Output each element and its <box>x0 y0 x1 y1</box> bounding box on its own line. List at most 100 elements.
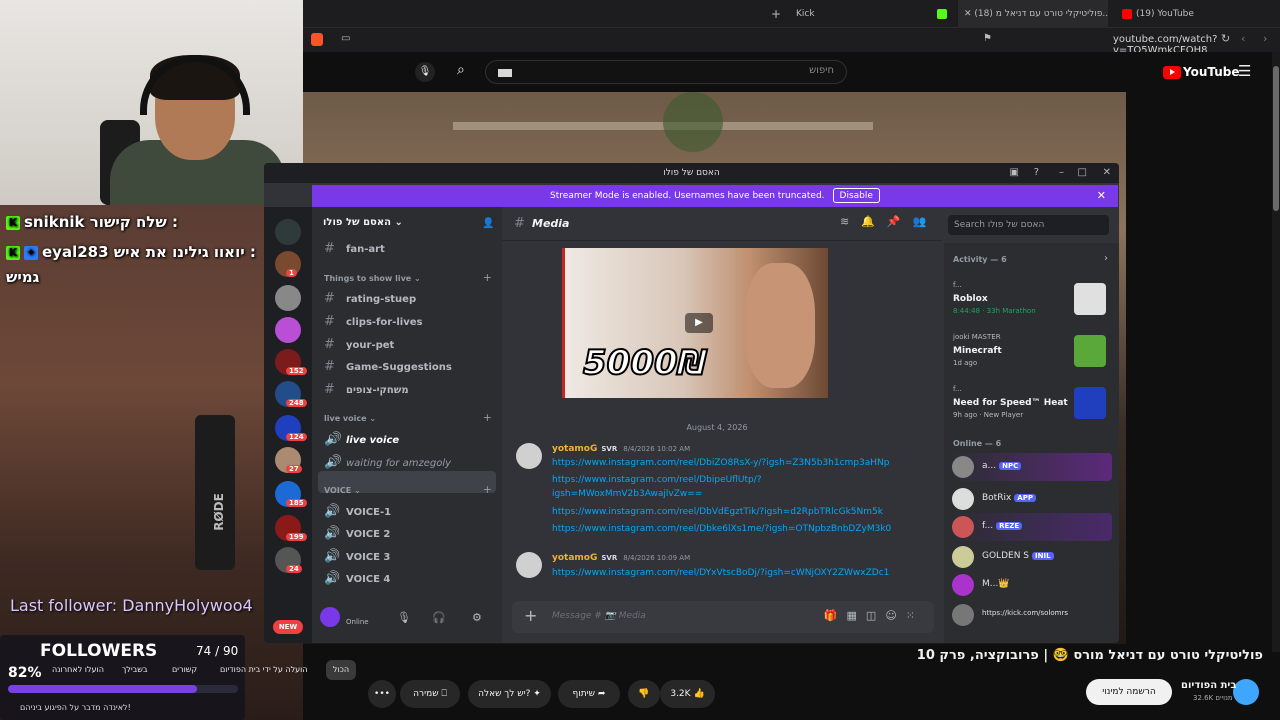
server-name-button[interactable]: האסם של פולו ⌄ <box>323 217 403 228</box>
discord-search-input[interactable]: Search האסם של פולו <box>948 215 1109 235</box>
member-row[interactable]: f... REZE <box>948 513 1112 541</box>
voice-channel-3[interactable]: 🔊 VOICE 3 <box>324 549 390 564</box>
search-input[interactable]: חיפוש <box>485 60 847 84</box>
maximize-icon[interactable]: □ <box>1078 163 1087 183</box>
page-scrollbar[interactable] <box>1272 52 1280 652</box>
members-icon[interactable]: 👥 <box>913 215 939 228</box>
share-button[interactable]: שיתוף ➦ <box>558 680 620 708</box>
pin-icon[interactable]: 📌 <box>887 215 913 228</box>
channel-avatar[interactable] <box>1233 679 1259 705</box>
ask-button[interactable]: יש לך שאלה? ✦ <box>468 680 551 708</box>
activity-title[interactable]: Need for Speed™ Heat <box>953 398 1068 408</box>
server-icon[interactable] <box>275 317 301 343</box>
play-icon[interactable]: ▶ <box>685 313 713 333</box>
forward-icon[interactable]: › <box>1263 32 1267 45</box>
back-icon[interactable]: ‹ <box>1241 32 1245 45</box>
tab-kick[interactable]: Kick <box>796 0 815 28</box>
activity-title[interactable]: Minecraft <box>953 346 1002 356</box>
chevron-right-icon[interactable]: › <box>1104 253 1108 264</box>
channel-game-suggestions[interactable]: # Game-Suggestions <box>324 359 452 374</box>
category-live-voice[interactable]: live voice ⌄ <box>324 414 376 423</box>
message-link[interactable]: igsh=MWoxMmV2b3AwajlvZw== <box>552 489 702 499</box>
reader-icon[interactable]: ▭ <box>341 33 350 44</box>
avatar[interactable] <box>516 443 542 469</box>
inbox-icon[interactable]: ▣ <box>1010 163 1019 183</box>
disable-button[interactable]: Disable <box>832 188 880 203</box>
activity-title[interactable]: Roblox <box>953 294 988 304</box>
server-icon[interactable] <box>275 285 301 311</box>
dislike-button[interactable]: 👎 <box>628 680 660 708</box>
threads-icon[interactable]: ≋ <box>840 215 861 228</box>
add-channel-icon[interactable]: + <box>483 411 492 424</box>
add-friend-icon[interactable]: 👤 <box>482 218 494 229</box>
close-icon[interactable]: ✕ <box>1103 163 1111 183</box>
message-link[interactable]: https://www.instagram.com/reel/DbipeUflU… <box>552 475 762 485</box>
mic-icon[interactable]: 🎙 <box>415 62 435 82</box>
channel-fan-art[interactable]: # fan-art <box>324 241 385 256</box>
search-icon[interactable]: ⌕ <box>457 62 465 78</box>
settings-gear-icon[interactable]: ⚙ <box>472 611 482 624</box>
member-row[interactable]: BotRix APP <box>948 485 1112 513</box>
reload-icon[interactable]: ↻ <box>1221 32 1230 45</box>
youtube-logo[interactable]: YouTube <box>1163 65 1240 79</box>
subscribe-button[interactable]: הרשמה למינוי <box>1086 679 1172 705</box>
close-banner-icon[interactable]: ✕ <box>1097 185 1106 207</box>
avatar[interactable] <box>516 552 542 578</box>
help-icon[interactable]: ? <box>1034 163 1039 183</box>
chip-for-you[interactable]: בשבילך <box>122 665 148 674</box>
member-row[interactable]: M...👑 <box>948 571 1112 599</box>
message-author[interactable]: yotamoG SVR 8/4/2026 10:09 AM <box>552 553 690 563</box>
category-things-live[interactable]: Things to show live ⌄ <box>324 274 421 283</box>
new-tab-icon[interactable]: + <box>771 0 781 28</box>
channel-clips-for-lives[interactable]: # clips-for-lives <box>324 314 422 329</box>
channel-name[interactable]: בית הפודיום <box>1181 680 1236 691</box>
channel-viewer-games[interactable]: # משחקי-צופים <box>324 382 409 397</box>
voice-channel-live[interactable]: 🔊 live voice <box>324 432 399 447</box>
member-row[interactable]: https://kick.com/solomrs <box>948 601 1112 629</box>
minimize-icon[interactable]: – <box>1059 163 1064 183</box>
message-link[interactable]: https://www.instagram.com/reel/DYxVtscBo… <box>552 568 889 578</box>
deafen-icon[interactable]: 🎧 <box>432 611 446 624</box>
voice-channel-1[interactable]: 🔊 VOICE-1 <box>324 504 391 519</box>
sticker-icon[interactable]: ◫ <box>866 609 885 622</box>
message-author[interactable]: yotamoG SVR 8/4/2026 10:02 AM <box>552 444 690 454</box>
member-row[interactable]: a... NPC <box>948 453 1112 481</box>
gif-icon[interactable]: ▦ <box>847 609 866 622</box>
voice-channel-2[interactable]: 🔊 VOICE 2 <box>324 526 390 541</box>
message-compose[interactable]: + Message # 📷 Media 🎁▦◫☺⁙ <box>512 601 934 633</box>
voice-channel-waiting[interactable]: 🔊 waiting for amzegoly <box>324 455 451 470</box>
channel-your-pet[interactable]: # your-pet <box>324 337 394 352</box>
save-button[interactable]: שמירה ⎕ <box>400 680 460 708</box>
close-tab-icon[interactable]: ✕ <box>964 9 974 19</box>
hash-icon: # <box>324 337 335 352</box>
chip-recent[interactable]: הועלו לאחרונה <box>52 665 104 674</box>
user-avatar[interactable] <box>320 607 340 627</box>
message-link[interactable]: https://www.instagram.com/reel/Dbke6lXs1… <box>552 524 891 534</box>
attach-plus-icon[interactable]: + <box>524 606 537 625</box>
apps-icon[interactable]: ⁙ <box>906 609 924 622</box>
message-link[interactable]: https://www.instagram.com/reel/DbVdEgztT… <box>552 507 883 517</box>
brave-logo-icon[interactable] <box>311 33 323 46</box>
emoji-icon[interactable]: ☺ <box>885 609 905 622</box>
menu-icon[interactable]: ☰ <box>1238 62 1251 80</box>
more-button[interactable]: ••• <box>368 680 396 708</box>
category-voice[interactable]: VOICE ⌄ <box>324 486 361 495</box>
like-button[interactable]: 3.2K 👍 <box>660 680 715 708</box>
chip-channel[interactable]: הועלה על ידי בית הפודיום <box>220 665 308 674</box>
message-link[interactable]: https://www.instagram.com/reel/DbiZO8RsX… <box>552 458 890 468</box>
bell-icon[interactable]: 🔔 <box>861 215 887 228</box>
chip-related[interactable]: קשורים <box>172 665 197 674</box>
scrollbar-thumb[interactable] <box>1273 66 1279 211</box>
add-channel-icon[interactable]: + <box>483 483 492 496</box>
tab-youtube[interactable]: (19) YouTube <box>1118 0 1194 28</box>
add-channel-icon[interactable]: + <box>483 271 492 284</box>
mute-mic-icon[interactable]: 🎙 <box>397 611 411 624</box>
gift-icon[interactable]: 🎁 <box>824 609 847 622</box>
member-row[interactable]: GOLDEN S INIL <box>948 543 1112 571</box>
tab-active-video[interactable]: ✕ (18) פוליטיקלי טורט עם דניאל מ... <box>958 0 1108 28</box>
channel-rating-stuep[interactable]: # rating-stuep <box>324 291 416 306</box>
server-icon[interactable] <box>275 219 301 245</box>
embed-video-thumbnail[interactable]: ▶ 5000₪ <box>562 248 828 398</box>
bookmark-icon[interactable]: ⚑ <box>983 33 992 44</box>
voice-channel-4[interactable]: 🔊 VOICE 4 <box>324 571 390 586</box>
